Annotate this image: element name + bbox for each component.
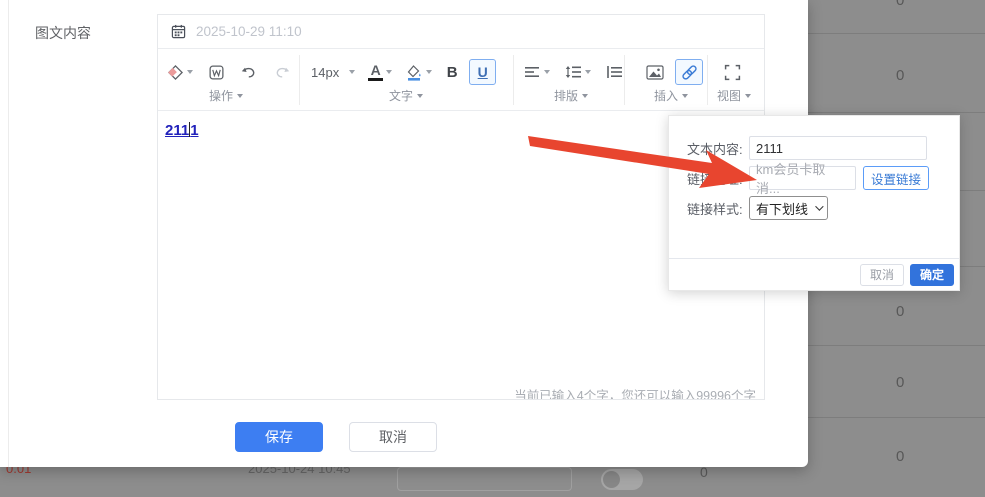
- popup-cancel-button[interactable]: 取消: [860, 264, 904, 286]
- dropdown-caret-icon: [187, 70, 193, 74]
- dropdown-caret-icon: [237, 94, 243, 98]
- toolbar-group-view: [721, 57, 744, 87]
- toolbar-group-actions: [164, 57, 294, 87]
- toolbar-divider: [707, 55, 708, 105]
- toolbar-divider: [299, 55, 300, 105]
- dropdown-caret-icon: [682, 94, 688, 98]
- insert-link-button[interactable]: [675, 59, 703, 85]
- font-color-button[interactable]: A: [365, 59, 395, 85]
- link-settings-popup: 文本内容: 2111 链接地址: km会员卡取消... 设置链接 链接样式: 有…: [668, 115, 960, 291]
- link-style-label: 链接样式:: [687, 199, 749, 218]
- text-content-input[interactable]: 2111: [749, 136, 927, 160]
- set-link-button[interactable]: 设置链接: [863, 166, 929, 190]
- text-content-row: 文本内容: 2111: [687, 136, 927, 160]
- toolbar-group-layout: [521, 57, 626, 87]
- bg-row-divider: [808, 33, 985, 34]
- bg-row-toggle[interactable]: [601, 469, 643, 490]
- editor-toolbar: 操作 14px A: [158, 49, 764, 111]
- datetime-value: 2025-10-29 11:10: [196, 24, 302, 39]
- toolbar-divider: [513, 55, 514, 105]
- font-size-select[interactable]: 14px: [308, 59, 358, 85]
- dropdown-caret-icon: [417, 94, 423, 98]
- link-url-label: 链接地址:: [687, 169, 749, 188]
- screen: 0 0 0 0 0 2025-10-24 10:45 0 0.01 图文内容: [0, 0, 985, 497]
- bg-cell-value: 0: [896, 374, 904, 391]
- toolbar-group-label[interactable]: 排版: [554, 87, 588, 104]
- fullscreen-button[interactable]: [721, 59, 744, 85]
- bold-button[interactable]: B: [442, 59, 462, 85]
- toolbar-group-label[interactable]: 视图: [717, 87, 751, 104]
- redo-button[interactable]: [270, 59, 294, 85]
- link-style-select[interactable]: 有下划线: [749, 196, 828, 220]
- link-url-row: 链接地址: km会员卡取消... 设置链接: [687, 166, 929, 190]
- field-label: 图文内容: [35, 23, 91, 43]
- bg-cell-value: 0: [896, 448, 904, 465]
- toolbar-group-insert: [643, 57, 703, 87]
- text-content-label: 文本内容:: [687, 139, 749, 158]
- dropdown-caret-icon: [582, 94, 588, 98]
- font-color-swatch: [368, 78, 383, 81]
- bg-row-input[interactable]: [397, 467, 572, 491]
- format-brush-button[interactable]: [164, 59, 196, 85]
- link-url-input[interactable]: km会员卡取消...: [749, 166, 856, 190]
- dropdown-caret-icon: [386, 70, 392, 74]
- bg-cell-value: 0: [896, 0, 904, 9]
- dialog-left-border: [8, 0, 9, 467]
- dropdown-caret-icon: [745, 94, 751, 98]
- save-button[interactable]: 保存: [235, 422, 323, 452]
- toggle-knob: [603, 471, 620, 488]
- indent-button[interactable]: [603, 59, 626, 85]
- bg-row-divider: [808, 112, 985, 113]
- align-button[interactable]: [521, 59, 553, 85]
- toolbar-group-label[interactable]: 操作: [209, 87, 243, 104]
- dropdown-caret-icon: [544, 70, 550, 74]
- bg-row-divider: [808, 345, 985, 346]
- bg-cell-value: 0: [896, 303, 904, 320]
- cancel-button[interactable]: 取消: [349, 422, 437, 452]
- background-color-button[interactable]: [402, 59, 435, 85]
- toolbar-group-label[interactable]: 文字: [389, 87, 423, 104]
- popup-footer: 取消 确定: [669, 258, 959, 290]
- chevron-down-icon: [815, 202, 823, 210]
- line-height-button[interactable]: [562, 59, 594, 85]
- link-style-row: 链接样式: 有下划线: [687, 196, 828, 220]
- char-counter: 当前已输入4个字，您还可以输入99996个字: [514, 388, 756, 399]
- dropdown-caret-icon: [585, 70, 591, 74]
- inline-link-text[interactable]: 2111: [165, 122, 199, 139]
- bg-row-divider: [808, 417, 985, 418]
- import-word-button[interactable]: [205, 59, 228, 85]
- calendar-icon: [171, 24, 186, 39]
- dropdown-caret-icon: [349, 70, 355, 74]
- dropdown-caret-icon: [426, 70, 432, 74]
- toolbar-group-text: 14px A B: [308, 57, 496, 87]
- toolbar-divider: [624, 55, 625, 105]
- underline-button[interactable]: U: [469, 59, 496, 85]
- toolbar-group-label[interactable]: 插入: [654, 87, 688, 104]
- datetime-picker[interactable]: 2025-10-29 11:10: [158, 15, 764, 49]
- insert-image-button[interactable]: [643, 59, 667, 85]
- bg-cell-value: 0: [896, 67, 904, 84]
- popup-confirm-button[interactable]: 确定: [910, 264, 954, 286]
- undo-button[interactable]: [237, 59, 261, 85]
